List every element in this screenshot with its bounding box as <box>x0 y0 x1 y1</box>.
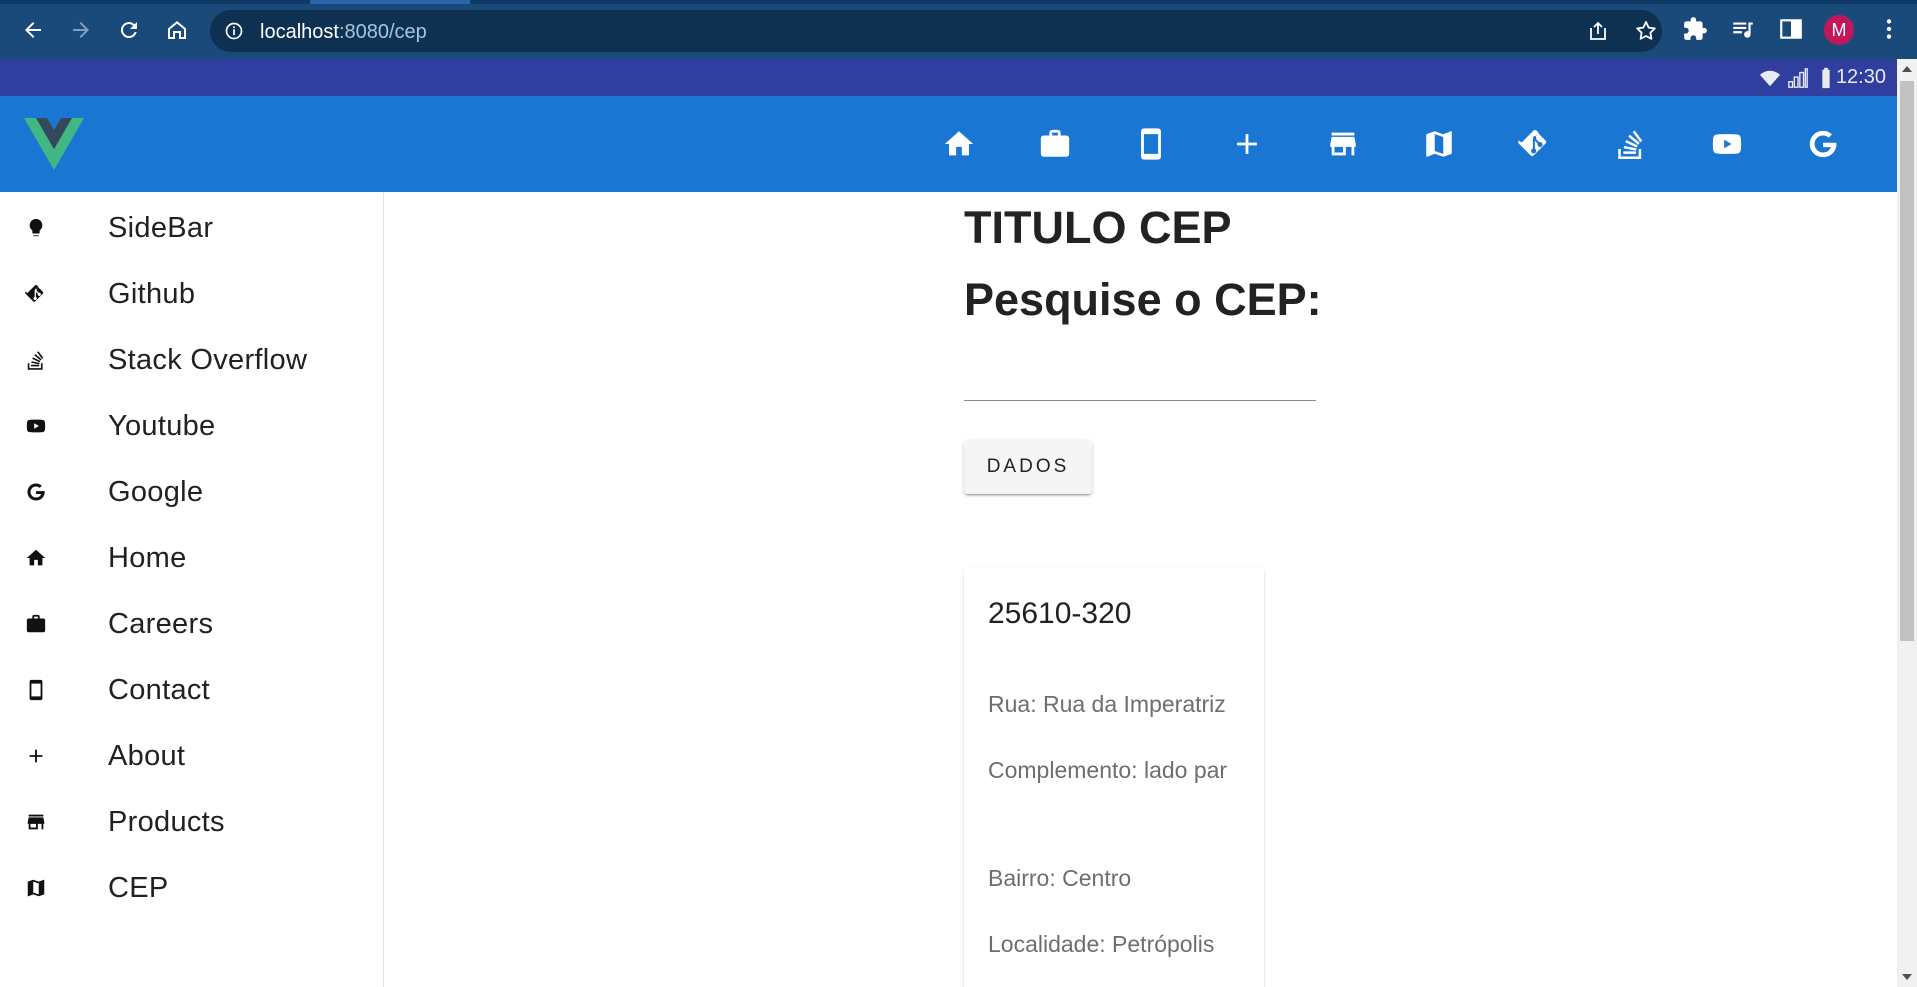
store-icon <box>24 810 48 834</box>
sidebar-item-google[interactable]: Google <box>0 459 383 525</box>
system-icons <box>1759 67 1837 89</box>
sidebar-item-label: Stack Overflow <box>108 343 308 376</box>
google-icon <box>1809 130 1837 158</box>
tab-strip <box>0 0 1917 4</box>
result-localidade: Localidade: Petrópolis <box>988 931 1215 957</box>
lightbulb-icon <box>24 216 48 240</box>
dados-button[interactable]: DADOS <box>964 440 1092 494</box>
home-icon <box>944 131 974 156</box>
cep-field <box>964 357 1316 401</box>
side-panel-icon[interactable] <box>1778 16 1804 42</box>
system-time: 12:30 <box>1835 66 1886 88</box>
url-path: :8080/cep <box>338 21 427 43</box>
plus-icon <box>24 744 48 768</box>
profile-avatar[interactable]: M <box>1824 15 1854 45</box>
sidebar-item-label: Contact <box>108 673 211 706</box>
sidebar-item-label: About <box>108 739 186 772</box>
result-card: 25610-320 Rua: Rua da Imperatriz Complem… <box>964 567 1264 987</box>
sidebar-item-sidebar[interactable]: SideBar <box>0 195 383 261</box>
phone-icon <box>1141 128 1161 160</box>
briefcase-icon <box>24 612 48 636</box>
sidebar-item-about[interactable]: About <box>0 723 383 789</box>
youtube-icon <box>24 414 48 438</box>
plus-icon <box>1237 134 1257 154</box>
appbar-about-button[interactable] <box>1223 120 1271 168</box>
back-icon[interactable] <box>16 13 50 47</box>
result-complemento: Complemento: lado par <box>988 757 1228 783</box>
stack-overflow-icon <box>24 348 48 372</box>
appbar-cep-button[interactable] <box>1415 120 1463 168</box>
page-subtitle: Pesquise o CEP: <box>964 274 1322 325</box>
briefcase-icon <box>1040 129 1070 157</box>
sidebar-item-cep[interactable]: CEP <box>0 855 383 921</box>
google-icon <box>24 480 48 504</box>
home-browser-icon[interactable] <box>160 13 194 47</box>
appbar-careers-button[interactable] <box>1031 120 1079 168</box>
forward-icon[interactable] <box>64 13 98 47</box>
media-control-icon[interactable] <box>1730 16 1756 42</box>
navigation-drawer: SideBar Github Stack Overflow Youtube Go… <box>0 192 384 987</box>
appbar-stackoverflow-button[interactable] <box>1607 120 1655 168</box>
scroll-down-icon[interactable] <box>1902 974 1912 980</box>
reload-icon[interactable] <box>112 13 146 47</box>
battery-icon <box>1822 67 1830 89</box>
sidebar-item-github[interactable]: Github <box>0 261 383 327</box>
sidebar-item-contact[interactable]: Contact <box>0 657 383 723</box>
git-icon <box>1518 130 1547 156</box>
sidebar-item-label: Github <box>108 277 196 310</box>
url-host: localhost <box>260 21 339 43</box>
signal-icon <box>1788 68 1808 88</box>
kebab-menu-icon[interactable] <box>1876 16 1902 42</box>
scroll-up-icon[interactable] <box>1902 66 1912 72</box>
share-icon[interactable] <box>1586 19 1610 43</box>
sidebar-item-products[interactable]: Products <box>0 789 383 855</box>
appbar-contact-button[interactable] <box>1127 120 1175 168</box>
sidebar-item-stack-overflow[interactable]: Stack Overflow <box>0 327 383 393</box>
sidebar-item-label: Careers <box>108 607 214 640</box>
result-cep: 25610-320 <box>988 597 1132 630</box>
bookmark-star-icon[interactable] <box>1634 19 1658 43</box>
home-icon <box>24 546 48 570</box>
app-bar <box>0 96 1897 192</box>
site-info-icon[interactable] <box>224 21 244 41</box>
sidebar-item-youtube[interactable]: Youtube <box>0 393 383 459</box>
sidebar-item-label: Home <box>108 541 187 574</box>
scrollbar-thumb[interactable] <box>1900 81 1914 641</box>
appbar-youtube-button[interactable] <box>1703 120 1751 168</box>
map-icon <box>1426 131 1452 157</box>
system-bar: 12:30 <box>0 59 1897 96</box>
sidebar-item-label: Google <box>108 475 204 508</box>
main-content: TITULO CEP Pesquise o CEP: DADOS 25610-3… <box>384 192 1897 987</box>
page-title: TITULO CEP <box>964 202 1232 253</box>
appbar-products-button[interactable] <box>1319 120 1367 168</box>
result-bairro: Bairro: Centro <box>988 865 1132 891</box>
address-bar[interactable]: localhost:8080/cep <box>210 10 1662 52</box>
sidebar-item-careers[interactable]: Careers <box>0 591 383 657</box>
map-icon <box>24 876 48 900</box>
url-text: localhost:8080/cep <box>260 21 427 44</box>
sidebar-item-home[interactable]: Home <box>0 525 383 591</box>
sidebar-item-label: Products <box>108 805 225 838</box>
web-page: 12:30 SideBar Github Stack Overflow Yout… <box>0 59 1897 987</box>
vue-logo[interactable] <box>24 118 84 170</box>
sidebar-item-label: Youtube <box>108 409 216 442</box>
sidebar-item-label: SideBar <box>108 211 214 244</box>
appbar-github-button[interactable] <box>1511 120 1559 168</box>
phone-icon <box>24 678 48 702</box>
appbar-google-button[interactable] <box>1799 120 1847 168</box>
page-scrollbar[interactable] <box>1897 59 1917 987</box>
appbar-home-button[interactable] <box>935 120 983 168</box>
result-rua: Rua: Rua da Imperatriz <box>988 691 1226 717</box>
youtube-icon <box>1712 134 1742 154</box>
extensions-icon[interactable] <box>1682 16 1708 42</box>
wifi-icon <box>1759 70 1781 87</box>
sidebar-item-label: CEP <box>108 871 169 904</box>
browser-toolbar: localhost:8080/cep M <box>0 0 1917 59</box>
store-icon <box>1330 132 1356 156</box>
stack-overflow-icon <box>1618 130 1643 160</box>
cep-input[interactable] <box>964 357 1316 401</box>
git-icon <box>24 282 48 306</box>
active-tab[interactable] <box>310 0 470 4</box>
